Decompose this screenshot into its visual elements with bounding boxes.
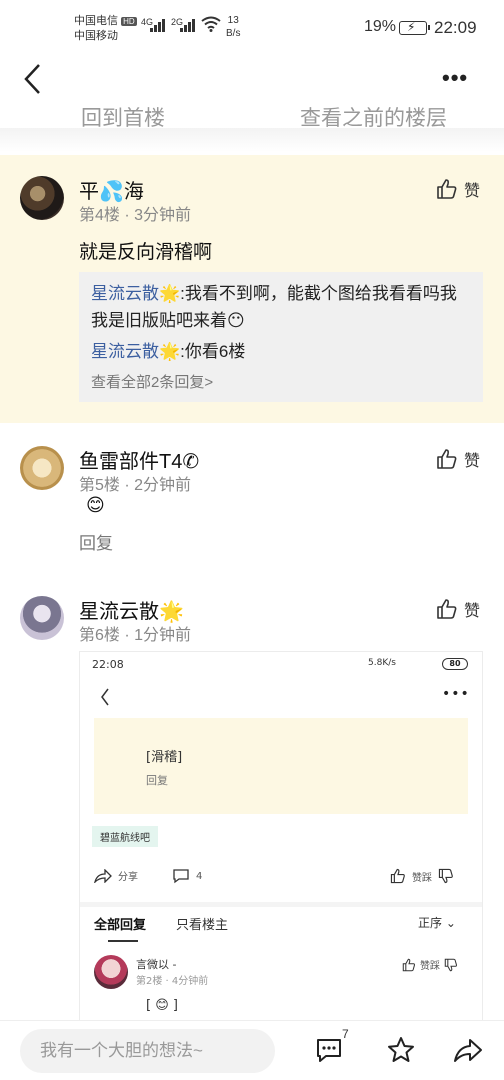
post-meta: 第5楼 · 2分钟前: [79, 477, 192, 494]
thumbs-up-icon: [437, 179, 457, 199]
wifi-icon: [201, 16, 221, 32]
sub-reply: 星流云散🌟:我看不到啊，能截个图给我看看吗我我是旧版贴吧来着😶: [91, 280, 471, 334]
shot-reply-meta: 第2楼 · 4分钟前: [136, 976, 209, 987]
battery-percent: 19%: [364, 18, 397, 35]
post-meta: 第4楼 · 3分钟前: [79, 207, 192, 224]
post-content: 就是反向滑稽啊: [79, 242, 213, 263]
like-button[interactable]: 赞: [436, 177, 480, 201]
comment-icon[interactable]: [314, 1035, 344, 1065]
comment-icon: [173, 869, 189, 884]
thumbs-up-icon: [437, 449, 457, 469]
avatar[interactable]: [20, 176, 64, 220]
sub-reply: 星流云散🌟:你看6楼: [91, 338, 471, 365]
shot-reply-content: [ 😊 ]: [146, 998, 178, 1013]
sub-reply-user[interactable]: 星流云散🌟: [91, 284, 180, 303]
avatar[interactable]: [20, 596, 64, 640]
more-menu-icon[interactable]: •••: [442, 65, 468, 91]
shot-back-icon: [101, 688, 109, 706]
shot-battery: 80: [442, 658, 468, 670]
shot-divider: [80, 902, 482, 907]
star-icon[interactable]: [386, 1035, 416, 1065]
thumbs-down-icon: [438, 868, 453, 884]
divider: [0, 128, 504, 152]
reply-button[interactable]: 回复: [79, 529, 113, 554]
shot-post-card: [滑稽] 回复: [94, 718, 468, 814]
status-bar: 中国电信 HD 中国移动 4G 2G 13 B/s 19% ⚡ 22:09: [0, 0, 504, 50]
comment-input[interactable]: [20, 1029, 275, 1073]
shot-tab-op-only: 只看楼主: [176, 918, 229, 933]
attached-screenshot-image[interactable]: 22:08 5.8K/s 80 ••• [滑稽] 回复 碧蓝航线吧 分享 4 赞…: [79, 651, 483, 1021]
comment-count-badge: 7: [342, 1027, 349, 1041]
share-icon: [94, 868, 112, 883]
shot-forum-tag: 碧蓝航线吧: [92, 826, 158, 847]
carrier-info: 中国电信 HD 中国移动: [74, 15, 137, 42]
like-button[interactable]: 赞: [436, 447, 480, 471]
shot-like: 赞踩: [390, 868, 454, 884]
shot-time: 22:08: [92, 658, 124, 671]
post-meta: 第6楼 · 1分钟前: [79, 627, 192, 644]
signal-bars-icon: [180, 18, 195, 32]
username[interactable]: 平💦海: [79, 175, 144, 204]
shot-avatar: [94, 955, 128, 989]
sub-reply-text: :你看6楼: [180, 342, 246, 361]
net-speed: 13 B/s: [226, 15, 241, 39]
post-floor-4: 平💦海 第4楼 · 3分钟前 赞 就是反向滑稽啊 星流云散🌟:我看不到啊，能截个…: [0, 155, 504, 423]
thumbs-up-icon: [437, 599, 457, 619]
emoji-content: 😊: [86, 495, 105, 515]
back-icon[interactable]: [22, 62, 42, 96]
view-previous-floors-link[interactable]: 查看之前的楼层: [300, 102, 447, 130]
like-button[interactable]: 赞: [436, 597, 480, 621]
jump-bar: 回到首楼 查看之前的楼层: [0, 100, 504, 130]
shot-share: 分享: [94, 868, 138, 883]
hd-badge: HD: [121, 17, 137, 26]
username[interactable]: 星流云散🌟: [79, 595, 184, 624]
signal-bars-icon: [150, 18, 165, 32]
sub-reply-user[interactable]: 星流云散🌟: [91, 342, 180, 361]
thumbs-up-icon: [402, 958, 415, 971]
avatar[interactable]: [20, 446, 64, 490]
shot-net-speed: 5.8K/s: [368, 658, 396, 668]
post-floor-5: 鱼雷部件T4✆ 第5楼 · 2分钟前 赞 😊 回复: [0, 425, 504, 585]
shot-sort: 正序 ⌄: [418, 916, 456, 930]
thumbs-down-icon: [444, 958, 457, 971]
username[interactable]: 鱼雷部件T4✆: [79, 445, 199, 474]
shot-tab-underline: [108, 940, 138, 942]
shot-reply-like: 赞踩: [402, 957, 458, 972]
shot-more-icon: •••: [442, 686, 470, 702]
sub-replies[interactable]: 星流云散🌟:我看不到啊，能截个图给我看看吗我我是旧版贴吧来着😶 星流云散🌟:你看…: [79, 272, 483, 402]
shot-card-reply: 回复: [146, 774, 168, 787]
back-to-top-link[interactable]: 回到首楼: [81, 102, 165, 130]
thumbs-up-icon: [390, 868, 405, 884]
shot-card-text: [滑稽]: [146, 750, 183, 765]
shot-comment: 4: [172, 868, 202, 884]
shot-reply-user: 言微以 -: [136, 958, 177, 971]
bottom-bar: 7: [0, 1020, 504, 1080]
battery-icon: ⚡: [399, 20, 430, 35]
shot-tab-all-replies: 全部回复: [94, 918, 147, 933]
share-icon[interactable]: [452, 1035, 484, 1065]
view-all-replies-link[interactable]: 查看全部2条回复>: [91, 371, 471, 392]
clock: 22:09: [434, 18, 477, 37]
